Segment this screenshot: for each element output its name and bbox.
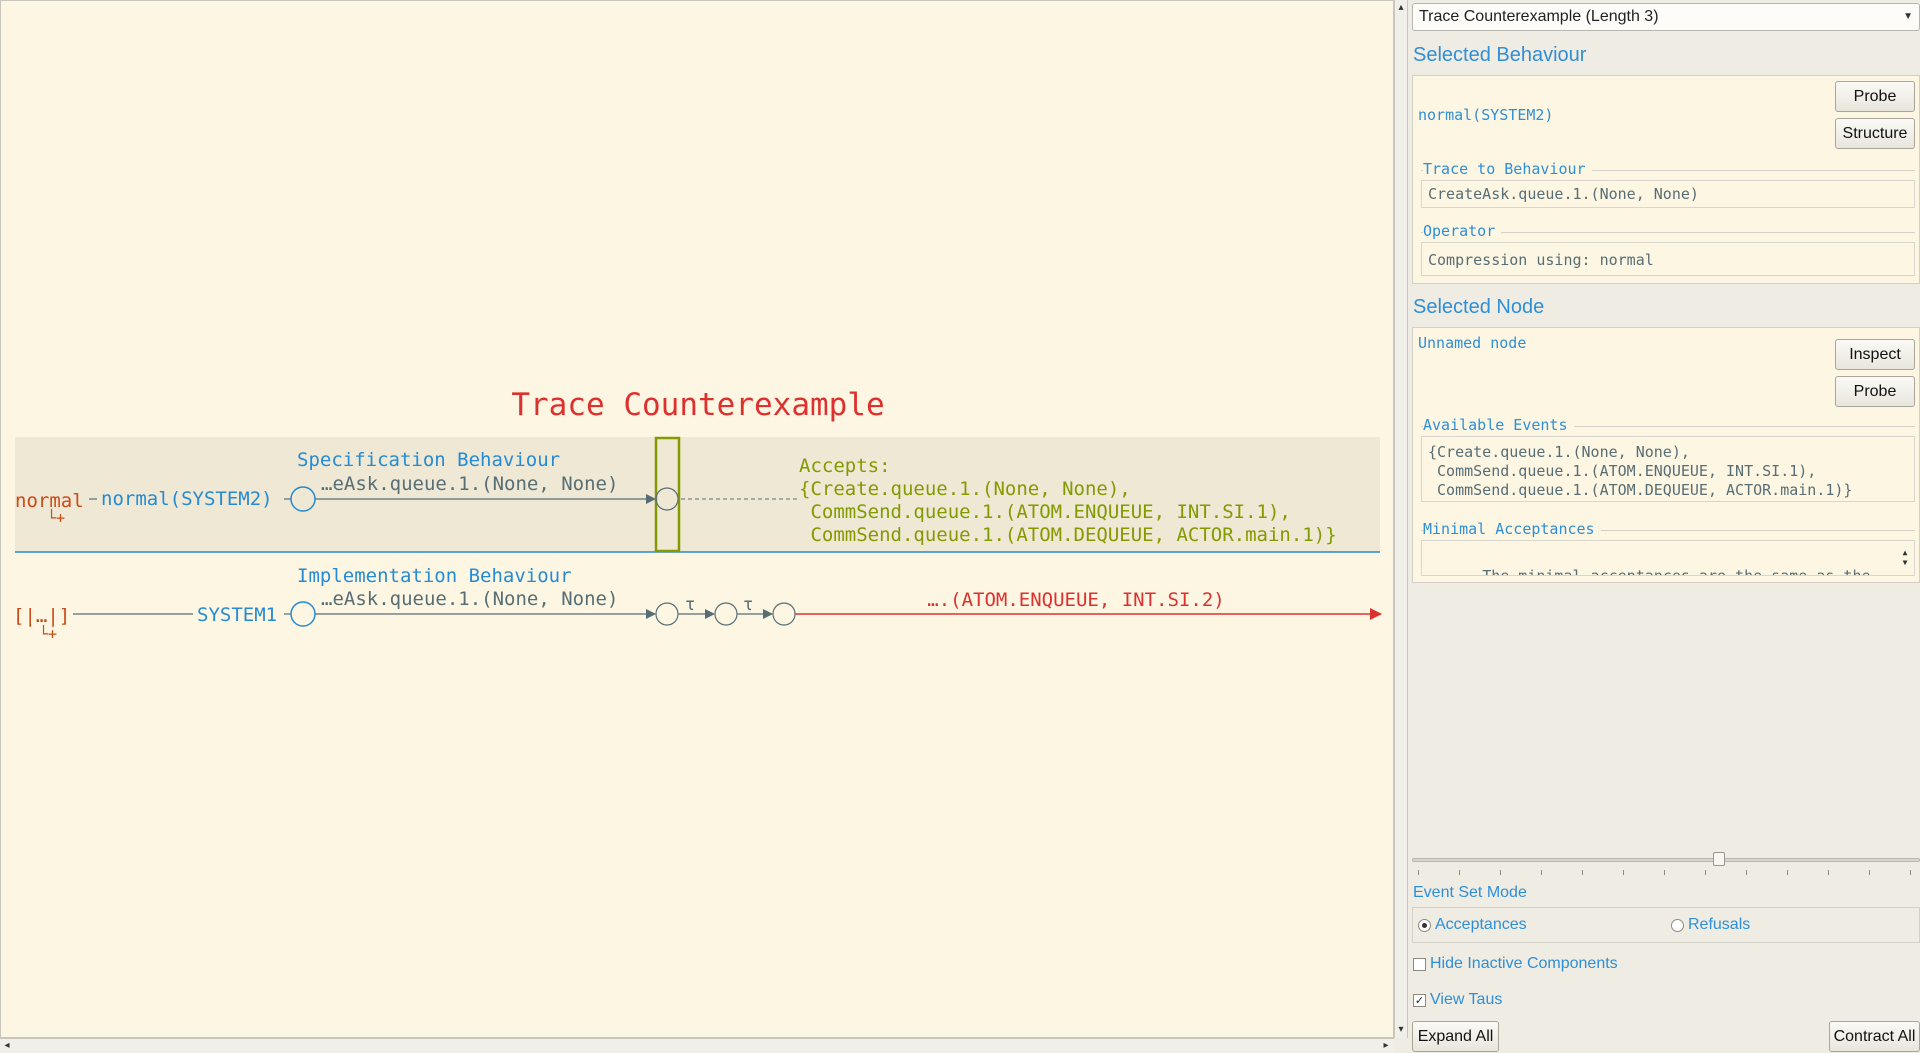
accepts-line-1: {Create.queue.1.(None, None),	[799, 478, 1131, 500]
behaviour-graph: Trace Counterexample Specification Behav…	[13, 387, 1382, 643]
structure-button[interactable]: Structure	[1835, 118, 1915, 149]
scroll-left-icon[interactable]: ◂	[1, 1040, 13, 1052]
operator-label: Operator	[1423, 222, 1502, 240]
impl-error-event: ….(ATOM.ENQUEUE, INT.SI.2)	[927, 589, 1224, 611]
available-events-field[interactable]: {Create.queue.1.(None, None), CommSend.q…	[1421, 436, 1915, 502]
impl-node-start[interactable]	[290, 601, 316, 627]
scroll-up-icon[interactable]: ▴	[1395, 2, 1407, 14]
impl-node-3[interactable]	[714, 602, 738, 626]
refusals-radio[interactable]	[1671, 919, 1684, 932]
available-events-line-3: CommSend.queue.1.(ATOM.DEQUEUE, ACTOR.ma…	[1428, 481, 1853, 499]
selected-behaviour-group: normal(SYSTEM2) Probe Structure Trace to…	[1412, 75, 1920, 284]
impl-node-4[interactable]	[772, 602, 796, 626]
minimal-acceptances-label: Minimal Acceptances	[1423, 520, 1601, 538]
trace-select[interactable]: Trace Counterexample (Length 3) ▼	[1412, 3, 1920, 31]
inspector-panel: Trace Counterexample (Length 3) ▼ Select…	[1408, 0, 1920, 1053]
impl-expand-icon: └+	[39, 624, 57, 643]
canvas-horizontal-scrollbar[interactable]: ◂ ▸	[0, 1038, 1394, 1053]
impl-tau-1: τ	[685, 595, 695, 615]
selected-behaviour-title: Selected Behaviour	[1413, 44, 1587, 66]
impl-process: SYSTEM1	[197, 604, 277, 626]
impl-heading: Implementation Behaviour	[297, 565, 572, 587]
spec-trace-label: …eAsk.queue.1.(None, None)	[321, 473, 618, 495]
trace-select-value: Trace Counterexample (Length 3)	[1419, 8, 1659, 25]
refusals-label[interactable]: Refusals	[1688, 916, 1750, 934]
view-taus-checkbox[interactable]: ✓	[1413, 994, 1426, 1007]
minimal-acceptances-text: The minimal acceptances are the same as …	[1482, 567, 1871, 576]
probe-behaviour-button[interactable]: Probe	[1835, 81, 1915, 112]
accepts-title: Accepts:	[799, 455, 891, 477]
scroll-right-icon[interactable]: ▸	[1380, 1040, 1392, 1052]
event-set-mode-group: Acceptances Refusals	[1412, 907, 1920, 943]
probe-node-button[interactable]: Probe	[1835, 376, 1915, 407]
available-events-label: Available Events	[1423, 416, 1574, 434]
minimal-acceptances-field[interactable]: The minimal acceptances are the same as …	[1421, 540, 1915, 576]
spec-heading: Specification Behaviour	[297, 449, 560, 471]
zoom-slider-thumb[interactable]	[1713, 852, 1725, 866]
accepts-line-2: CommSend.queue.1.(ATOM.ENQUEUE, INT.SI.1…	[799, 501, 1291, 523]
spec-process: normal(SYSTEM2)	[101, 488, 273, 510]
impl-trace-label: …eAsk.queue.1.(None, None)	[321, 588, 618, 610]
operator-field[interactable]: Compression using: normal	[1421, 242, 1915, 276]
impl-operator: [|…|]	[13, 605, 70, 627]
contract-all-button[interactable]: Contract All	[1829, 1021, 1920, 1052]
spec-expand-icon: └+	[47, 508, 65, 527]
impl-node-2[interactable]	[655, 602, 679, 626]
graph-canvas[interactable]: Trace Counterexample Specification Behav…	[0, 0, 1394, 1038]
hide-inactive-label[interactable]: Hide Inactive Components	[1430, 955, 1618, 973]
inspect-button[interactable]: Inspect	[1835, 339, 1915, 370]
available-events-line-2: CommSend.queue.1.(ATOM.ENQUEUE, INT.SI.1…	[1428, 462, 1817, 480]
canvas-vertical-scrollbar[interactable]: ▴ ▾	[1394, 0, 1408, 1038]
trace-to-behaviour-field[interactable]: CreateAsk.queue.1.(None, None)	[1421, 180, 1915, 208]
hide-inactive-checkbox[interactable]	[1413, 958, 1426, 971]
accepts-line-3: CommSend.queue.1.(ATOM.DEQUEUE, ACTOR.ma…	[799, 524, 1337, 546]
trace-title: Trace Counterexample	[511, 387, 884, 423]
zoom-slider-track[interactable]	[1412, 858, 1920, 862]
chevron-down-icon: ▼	[1903, 11, 1913, 22]
view-taus-label[interactable]: View Taus	[1430, 991, 1502, 1009]
spin-down-icon[interactable]: ▼	[1899, 558, 1911, 567]
node-name-link[interactable]: Unnamed node	[1418, 334, 1526, 352]
spin-up-icon[interactable]: ▲	[1899, 548, 1911, 557]
acceptances-radio[interactable]	[1418, 919, 1431, 932]
expand-all-button[interactable]: Expand All	[1412, 1021, 1499, 1052]
trace-to-behaviour-label: Trace to Behaviour	[1423, 160, 1592, 178]
acceptances-label[interactable]: Acceptances	[1435, 916, 1527, 934]
available-events-line-1: {Create.queue.1.(None, None),	[1428, 443, 1690, 461]
behaviour-name-link[interactable]: normal(SYSTEM2)	[1418, 106, 1553, 124]
event-set-mode-label: Event Set Mode	[1413, 884, 1527, 901]
scroll-down-icon[interactable]: ▾	[1395, 1024, 1407, 1036]
selected-node-group: Unnamed node Inspect Probe Available Eve…	[1412, 327, 1920, 583]
selected-node-title: Selected Node	[1413, 296, 1545, 318]
impl-tau-2: τ	[743, 595, 753, 615]
